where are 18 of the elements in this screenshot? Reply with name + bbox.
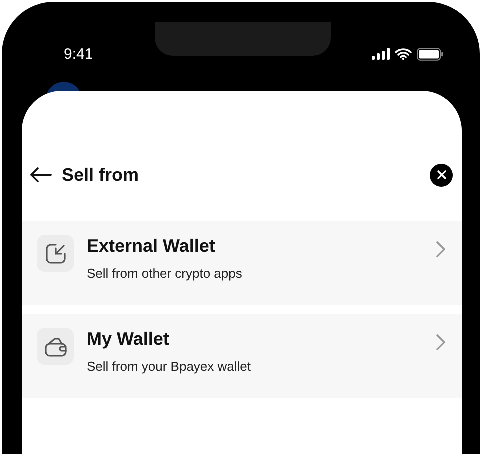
back-arrow-icon[interactable] <box>30 167 52 183</box>
arrow-into-box-icon <box>44 242 68 266</box>
wallet-option[interactable]: External Wallet Sell from other crypto apps <box>22 221 462 305</box>
signal-icon <box>372 48 390 60</box>
wallet-option[interactable]: My Wallet Sell from your Bpayex wallet <box>22 314 462 398</box>
option-subtitle: Sell from other crypto apps <box>87 266 244 281</box>
chevron-right-icon <box>436 241 446 258</box>
wifi-icon <box>395 48 412 60</box>
chevron-right-icon <box>436 334 446 351</box>
wallet-icon <box>44 336 68 358</box>
option-title: My Wallet <box>87 329 170 350</box>
option-title: External Wallet <box>87 236 216 257</box>
option-subtitle: Sell from your Bpayex wallet <box>87 359 252 374</box>
status-time: 9:41 <box>64 46 94 62</box>
close-button[interactable] <box>430 164 453 186</box>
close-icon <box>436 170 446 180</box>
battery-icon <box>417 48 444 60</box>
sheet-title: Sell from <box>62 164 140 186</box>
